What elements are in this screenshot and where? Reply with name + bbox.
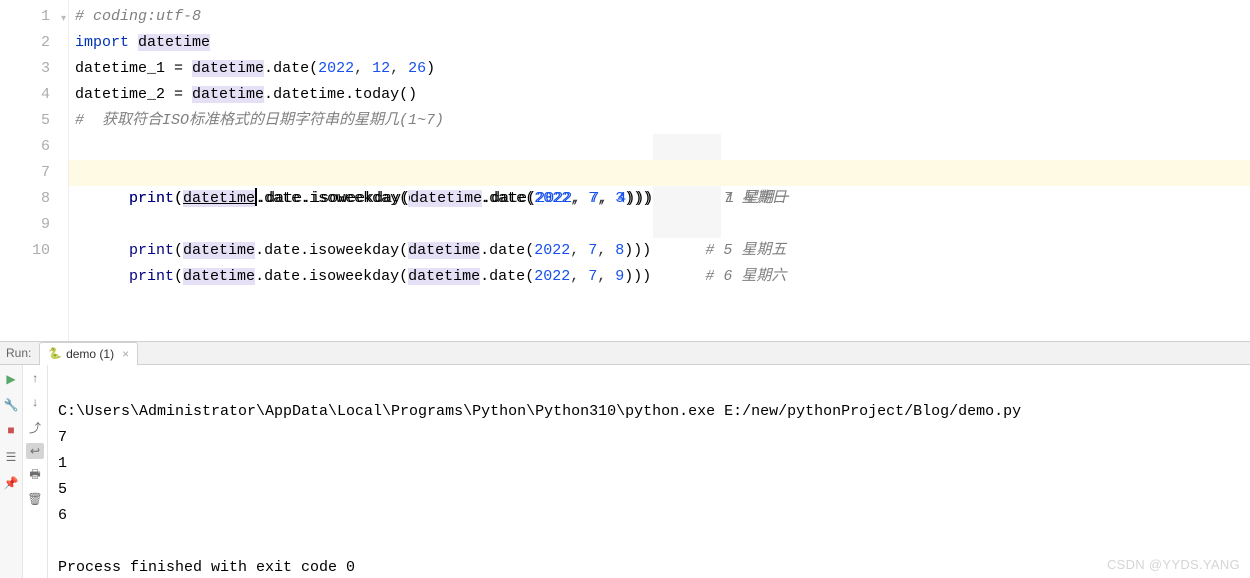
operator: = <box>165 86 192 103</box>
builtin: print <box>129 268 174 285</box>
comment-text: # 获取符合ISO标准格式的日期字符串的星期几(1~7) <box>75 112 444 129</box>
code-line[interactable]: # 获取符合ISO标准格式的日期字符串的星期几(1~7) <box>69 108 1250 134</box>
operator: = <box>165 60 192 77</box>
module-ref: datetime <box>192 60 264 77</box>
comment-text: # coding:utf-8 <box>75 8 201 25</box>
code-line[interactable]: import datetime <box>69 30 1250 56</box>
stop-icon[interactable]: ■ <box>3 423 19 439</box>
line-number: 6 <box>0 134 50 160</box>
code-line[interactable]: print(datetime.date.isoweekday(datetime.… <box>69 212 1250 238</box>
number: 26 <box>408 60 426 77</box>
console-line: C:\Users\Administrator\AppData\Local\Pro… <box>58 403 1021 420</box>
console-line: Process finished with exit code 0 <box>58 559 355 576</box>
console-line: 6 <box>58 507 67 524</box>
wrench-icon[interactable]: 🔧 <box>3 397 19 413</box>
module-ref: datetime <box>192 86 264 103</box>
down-arrow-icon[interactable]: ↓ <box>27 395 43 411</box>
run-secondary-toolbar: ↑ ↓ ⤴ ↩ 🖶 🗑 <box>23 365 48 578</box>
line-number: 2 <box>0 30 50 56</box>
code-line[interactable]: print(datetime.date.isoweekday(datetime.… <box>69 134 1250 160</box>
attr: datetime <box>273 86 345 103</box>
module-ref: datetime <box>408 268 480 285</box>
console-output[interactable]: C:\Users\Administrator\AppData\Local\Pro… <box>48 365 1250 578</box>
keyword: import <box>75 34 129 51</box>
module-ref: datetime <box>183 268 255 285</box>
console-line: 7 <box>58 429 67 446</box>
print-icon[interactable]: 🖶 <box>27 467 43 483</box>
line-number: 10 <box>0 238 50 264</box>
line-number: 1 <box>0 4 50 30</box>
code-line[interactable]: print(datetime.date.isoweekday(datetime.… <box>69 186 1250 212</box>
attr: isoweekday <box>309 268 399 285</box>
watermark-text: CSDN @YYDS.YANG <box>1107 557 1240 572</box>
trash-icon[interactable]: 🗑 <box>27 491 43 507</box>
code-area[interactable]: # coding:utf-8 import datetime datetime_… <box>69 0 1250 341</box>
code-line[interactable] <box>69 238 1250 264</box>
attr: today <box>354 86 399 103</box>
line-number: 4 <box>0 82 50 108</box>
code-line[interactable]: datetime_1 = datetime.date(2022, 12, 26) <box>69 56 1250 82</box>
attr: date <box>273 60 309 77</box>
variable: datetime_2 <box>75 86 165 103</box>
code-line[interactable]: # coding:utf-8 <box>69 4 1250 30</box>
line-number: 5 <box>0 108 50 134</box>
number: 9 <box>615 268 624 285</box>
code-line[interactable]: datetime_2 = datetime.datetime.today() <box>69 82 1250 108</box>
export-icon[interactable]: ⤴ <box>27 419 43 435</box>
line-number: 9 <box>0 212 50 238</box>
variable: datetime_1 <box>75 60 165 77</box>
run-header-label: Run: <box>6 346 31 360</box>
comment-text: # 6 星期六 <box>705 268 786 285</box>
attr: date <box>264 268 300 285</box>
pin-icon[interactable]: 📌 <box>3 475 19 491</box>
line-number: 7 <box>0 160 50 186</box>
number: 2022 <box>318 60 354 77</box>
run-tab[interactable]: 🐍 demo (1) × <box>39 342 138 365</box>
line-number: 3 <box>0 56 50 82</box>
run-toolwindow-header: Run: 🐍 demo (1) × <box>0 342 1250 365</box>
close-icon[interactable]: × <box>122 347 129 361</box>
fold-chevron-icon[interactable]: ▾ <box>61 7 66 33</box>
console-line: 1 <box>58 455 67 472</box>
code-line-current[interactable]: print(datetime.date.isoweekday(datetime.… <box>69 160 1250 186</box>
run-tab-label: demo (1) <box>66 347 114 361</box>
up-arrow-icon[interactable]: ↑ <box>27 371 43 387</box>
editor-pane: ▾ 1 2 3 4 5 6 7 8 9 10 # coding:utf-8 im… <box>0 0 1250 342</box>
attr: date <box>489 268 525 285</box>
run-toolwindow-body: ▶ 🔧 ■ ☰ 📌 ↑ ↓ ⤴ ↩ 🖶 🗑 C:\Users\Administr… <box>0 365 1250 578</box>
line-number: 8 <box>0 186 50 212</box>
run-primary-toolbar: ▶ 🔧 ■ ☰ 📌 <box>0 365 23 578</box>
gutter: ▾ 1 2 3 4 5 6 7 8 9 10 <box>0 0 69 341</box>
number: 7 <box>588 268 597 285</box>
module-name: datetime <box>138 34 210 51</box>
soft-wrap-icon[interactable]: ↩ <box>26 443 44 459</box>
number: 12 <box>372 60 390 77</box>
rerun-icon[interactable]: ▶ <box>3 371 19 387</box>
console-line: 5 <box>58 481 67 498</box>
settings-icon[interactable]: ☰ <box>3 449 19 465</box>
number: 2022 <box>534 268 570 285</box>
python-file-icon: 🐍 <box>48 347 62 360</box>
